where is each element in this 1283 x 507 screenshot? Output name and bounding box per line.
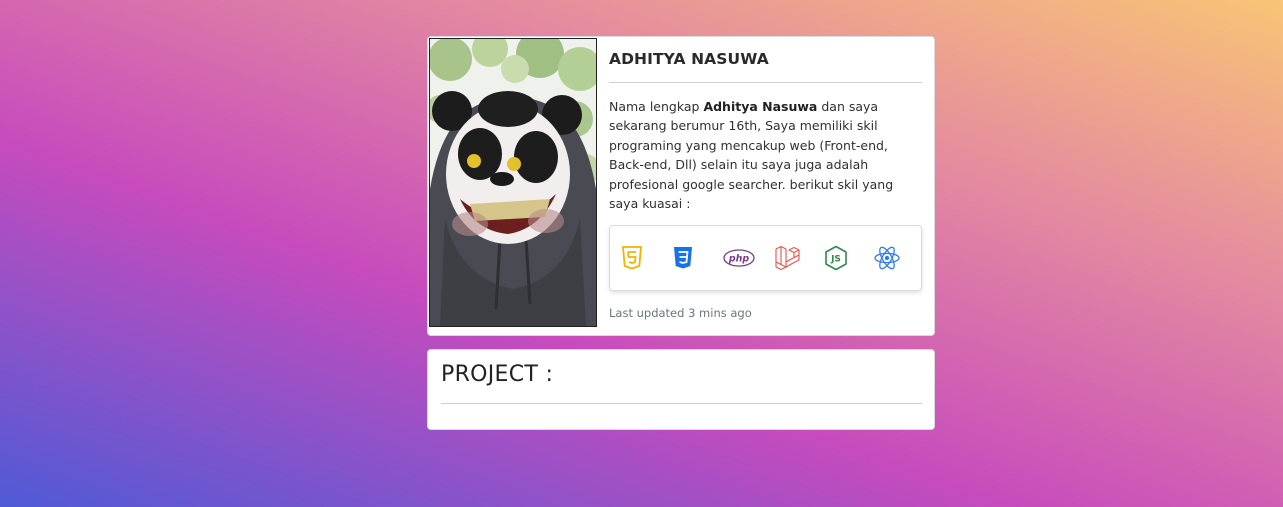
profile-name: ADHITYA NASUWA xyxy=(609,50,769,68)
profile-bio: Nama lengkap Adhitya Nasuwa dan saya sek… xyxy=(609,97,911,213)
project-divider xyxy=(441,403,922,404)
profile-photo-image xyxy=(430,39,596,326)
profile-card: ADHITYA NASUWA Nama lengkap Adhitya Nasu… xyxy=(427,36,935,336)
php-icon: php xyxy=(723,244,755,272)
bio-suffix: dan saya sekarang berumur 16th, Saya mem… xyxy=(609,99,894,212)
last-updated-text: Last updated 3 mins ago xyxy=(609,306,752,320)
name-divider xyxy=(609,82,922,83)
php-icon-label: php xyxy=(728,254,750,265)
bio-name: Adhitya Nasuwa xyxy=(703,99,818,114)
css3-icon xyxy=(668,244,698,272)
nodejs-icon-label: JS xyxy=(830,255,841,265)
project-card: PROJECT : xyxy=(427,349,935,430)
nodejs-icon: JS xyxy=(821,244,851,272)
project-title: PROJECT : xyxy=(441,362,554,387)
profile-photo xyxy=(429,38,597,327)
html5-icon xyxy=(617,244,647,272)
laravel-icon xyxy=(772,244,802,272)
skills-panel: php JS xyxy=(609,225,922,291)
react-icon xyxy=(872,244,902,272)
bio-prefix: Nama lengkap xyxy=(609,99,704,114)
